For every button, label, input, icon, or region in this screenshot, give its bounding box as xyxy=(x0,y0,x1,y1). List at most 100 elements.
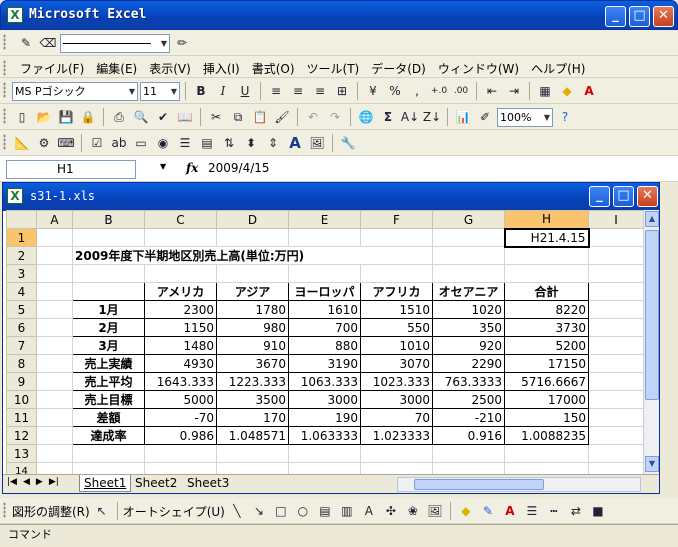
cell[interactable] xyxy=(504,264,589,283)
formula-input[interactable]: 2009/4/15 xyxy=(208,161,270,175)
align-right-icon[interactable]: ≡ xyxy=(310,81,330,101)
font-size-dropdown[interactable]: 11 ▼ xyxy=(140,81,180,101)
cell[interactable] xyxy=(288,264,361,283)
horizontal-scrollbar[interactable] xyxy=(397,477,641,492)
cell[interactable] xyxy=(288,228,361,247)
row-header[interactable]: 12 xyxy=(6,426,37,445)
cell[interactable] xyxy=(588,264,644,283)
column-header-i[interactable]: I xyxy=(588,210,644,229)
sheet-title-cell[interactable]: 2009年度下半期地区別売上高(単位:万円) xyxy=(72,246,433,265)
currency-icon[interactable]: ¥ xyxy=(363,81,383,101)
value-cell[interactable]: 1643.333 xyxy=(144,372,217,391)
cell[interactable] xyxy=(36,444,73,463)
wb-maximize-button[interactable]: □ xyxy=(613,186,634,207)
value-cell[interactable]: 920 xyxy=(432,336,505,355)
cell[interactable] xyxy=(36,354,73,373)
line-style-dropdown[interactable]: ▼ xyxy=(60,33,170,53)
increase-indent-icon[interactable]: ⇥ xyxy=(504,81,524,101)
cell[interactable] xyxy=(432,246,505,265)
header-cell[interactable]: アジア xyxy=(216,282,289,301)
row-label-cell[interactable]: 売上目標 xyxy=(72,390,145,409)
format-painter-icon[interactable]: 🖌 xyxy=(272,107,292,127)
row-header[interactable]: 11 xyxy=(6,408,37,427)
label-control-icon[interactable]: A xyxy=(285,133,305,153)
close-button[interactable]: ✕ xyxy=(653,6,674,27)
cell[interactable] xyxy=(588,354,644,373)
spin-button-icon[interactable]: ⬍ xyxy=(241,133,261,153)
cell[interactable] xyxy=(72,444,145,463)
format-grip[interactable] xyxy=(3,82,6,98)
workbook-icon[interactable]: X xyxy=(7,188,23,204)
active-cell-h1[interactable]: H21.4.15 xyxy=(503,227,590,248)
cell[interactable] xyxy=(36,426,73,445)
cell[interactable] xyxy=(36,408,73,427)
row-header[interactable]: 6 xyxy=(6,318,37,337)
value-cell[interactable]: 5000 xyxy=(144,390,217,409)
value-cell[interactable]: 3730 xyxy=(504,318,589,337)
row-header[interactable]: 3 xyxy=(6,264,37,283)
bold-button[interactable]: B xyxy=(191,81,211,101)
row-header[interactable]: 4 xyxy=(6,282,37,301)
menu-grip[interactable] xyxy=(3,60,6,76)
column-header-b[interactable]: B xyxy=(72,210,145,229)
value-cell[interactable]: 17150 xyxy=(504,354,589,373)
header-cell[interactable]: アメリカ xyxy=(144,282,217,301)
value-cell[interactable]: 2290 xyxy=(432,354,505,373)
value-cell[interactable]: 4930 xyxy=(144,354,217,373)
picture-icon[interactable]: 🖼 xyxy=(425,501,445,521)
shape-fill-icon[interactable]: ◆ xyxy=(456,501,476,521)
chart-wizard-icon[interactable]: 📊 xyxy=(453,107,473,127)
align-center-icon[interactable]: ≡ xyxy=(288,81,308,101)
scrollbar-control-icon[interactable]: ⇕ xyxy=(263,133,283,153)
maximize-button[interactable]: □ xyxy=(629,6,650,27)
sheet-tab-3[interactable]: Sheet3 xyxy=(183,475,233,492)
eraser-icon[interactable]: ⌫ xyxy=(38,33,58,53)
listbox-icon[interactable]: ☰ xyxy=(175,133,195,153)
cell[interactable] xyxy=(216,264,289,283)
column-header-d[interactable]: D xyxy=(216,210,289,229)
header-cell[interactable]: オセアニア xyxy=(432,282,505,301)
row-header[interactable]: 10 xyxy=(6,390,37,409)
menu-data[interactable]: データ(D) xyxy=(371,60,426,77)
header-cell[interactable]: 合計 xyxy=(504,282,589,301)
menu-help[interactable]: ヘルプ(H) xyxy=(531,60,585,77)
cell[interactable] xyxy=(36,282,73,301)
image-control-icon[interactable]: 🖼 xyxy=(307,133,327,153)
row-header[interactable]: 7 xyxy=(6,336,37,355)
standard-grip[interactable] xyxy=(3,108,6,124)
hyperlink-icon[interactable]: 🌐 xyxy=(356,107,376,127)
cell[interactable] xyxy=(432,264,505,283)
increase-decimal-icon[interactable]: +.0 xyxy=(429,81,449,101)
checkbox-control-icon[interactable]: ☑ xyxy=(87,133,107,153)
value-cell[interactable]: 1480 xyxy=(144,336,217,355)
value-cell[interactable]: 170 xyxy=(216,408,289,427)
value-cell[interactable]: 550 xyxy=(360,318,433,337)
italic-button[interactable]: I xyxy=(213,81,233,101)
print-icon[interactable]: ⎙ xyxy=(109,107,129,127)
cell[interactable] xyxy=(588,246,644,265)
menu-window[interactable]: ウィンドウ(W) xyxy=(438,60,519,77)
drawing-grip[interactable] xyxy=(3,502,6,518)
wordart-icon[interactable]: A xyxy=(359,501,379,521)
sheet-tab-1[interactable]: Sheet1 xyxy=(79,475,132,492)
textbox-control-icon[interactable]: ab xyxy=(109,133,129,153)
font-name-dropdown[interactable]: MS Pゴシック ▼ xyxy=(12,81,138,101)
toggle-button-icon[interactable]: ⇅ xyxy=(219,133,239,153)
header-cell[interactable]: アフリカ xyxy=(360,282,433,301)
cell[interactable] xyxy=(588,444,644,463)
value-cell[interactable]: 3000 xyxy=(360,390,433,409)
row-header[interactable]: 8 xyxy=(6,354,37,373)
percent-button[interactable]: % xyxy=(385,81,405,101)
autoshapes-button[interactable]: オートシェイプ(U) xyxy=(123,503,225,520)
row-label-cell[interactable]: 達成率 xyxy=(72,426,145,445)
minimize-button[interactable]: _ xyxy=(605,6,626,27)
row-label-cell[interactable]: 差額 xyxy=(72,408,145,427)
value-cell[interactable]: 1150 xyxy=(144,318,217,337)
excel-app-icon[interactable]: X xyxy=(7,7,23,23)
value-cell[interactable]: 3070 xyxy=(360,354,433,373)
print-preview-icon[interactable]: 🔍 xyxy=(131,107,151,127)
value-cell[interactable]: 0.916 xyxy=(432,426,505,445)
research-icon[interactable]: 📖 xyxy=(175,107,195,127)
name-box-dropdown-icon[interactable]: ▼ xyxy=(160,162,166,171)
prev-sheet-icon[interactable]: ◀ xyxy=(23,477,30,487)
